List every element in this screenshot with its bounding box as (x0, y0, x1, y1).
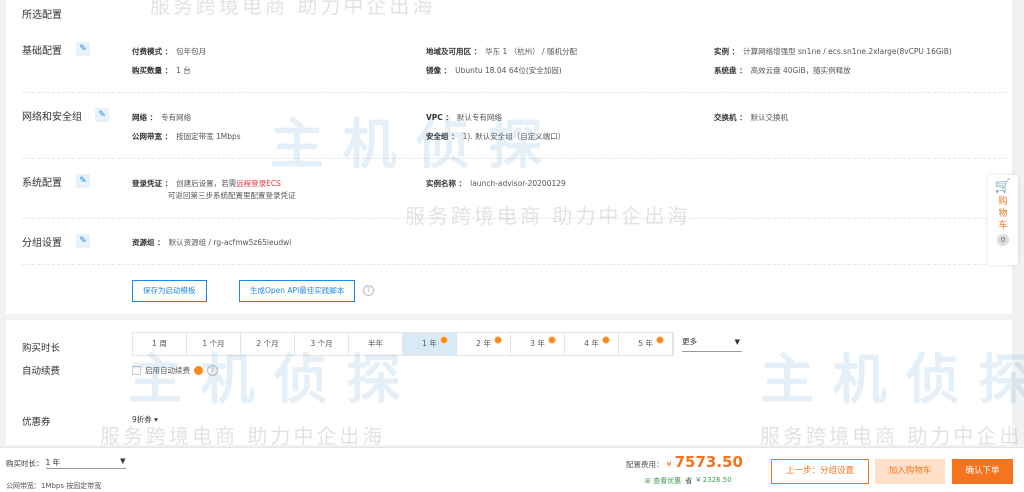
duration-option-label: 2 个月 (256, 339, 279, 348)
image: 镜像 ： Ubuntu 18.04 64位(安全加固) (426, 66, 562, 75)
duration-option-label: 1 年 (422, 339, 437, 348)
system-disk: 系统盘 ：高效云盘 40GiB，随实例释放 (714, 66, 851, 75)
add-to-cart-button[interactable]: 加入购物车 (875, 459, 945, 484)
login-hint: 可返回第三步系统配置里配置登录凭证 (168, 191, 296, 200)
auto-renew-label: 自动续费 (22, 366, 61, 377)
vpc: VPC ：默认专有网络 (426, 113, 502, 122)
purchase-panel: 购买时长 1 周 1 个月 2 个月 3 个月 半年 1 年 2 年 3 年 4 年 5 年 更多… (6, 320, 1012, 445)
help-icon[interactable]: ? (207, 365, 218, 376)
footer-bandwidth: 公网带宽：1Mbps 按固定带宽 (6, 482, 102, 490)
section-basic: 基础配置 ✎ 付费模式 ：包年包月 购买数量 ： 1 台 地域及可用区 ：华东 1… (22, 30, 1006, 93)
config-summary-card: 所选配置 基础配置 ✎ 付费模式 ：包年包月 购买数量 ： 1 台 地域及可用区 … (6, 0, 1012, 314)
view-discount-link[interactable]: ⊞ 查看优惠 (645, 476, 681, 486)
section-network: 网络和安全组 ✎ 网络 ：专有网络 公网带宽 ：按固定带宽 1Mbps VPC … (22, 94, 1006, 159)
previous-step-button[interactable]: 上一步：分组设置 (771, 459, 869, 484)
help-icon[interactable]: ? (363, 285, 374, 296)
caret-down-icon: ▼ (734, 338, 740, 346)
duration-option[interactable]: 5 年 (619, 333, 673, 355)
section-group: 分组设置 ✎ 资源组 ：默认资源组 / rg-acfmw5z65ieudwi (22, 220, 1006, 265)
duration-option[interactable]: 2 个月 (241, 333, 295, 355)
duration-selector: 1 周 1 个月 2 个月 3 个月 半年 1 年 2 年 3 年 4 年 5 年 (132, 332, 674, 356)
cost-label: 配置费用： (626, 460, 664, 469)
duration-option-label: 半年 (368, 339, 383, 348)
region: 地域及可用区 ：华东 1 （杭州） / 随机分配 (426, 47, 577, 56)
resource-group: 资源组 ：默认资源组 / rg-acfmw5z65ieudwi (132, 238, 292, 247)
footer-duration: 购买时长： 1 年 ▼ (6, 457, 126, 469)
save-amount: ¥ 2326.50 (696, 476, 732, 484)
coupon-dropdown[interactable]: 9折券 ▾ (132, 414, 158, 425)
duration-option[interactable]: 1 周 (133, 333, 187, 355)
total-cost: 7573.50 (674, 453, 743, 471)
edit-icon[interactable]: ✎ (95, 108, 109, 122)
edit-icon[interactable]: ✎ (76, 42, 90, 56)
cart-label: 购物车 (998, 197, 1008, 231)
duration-label: 购买时长 (22, 343, 61, 354)
more-durations-dropdown[interactable]: 更多 ▼ (682, 334, 742, 352)
section-title: 分组设置 (22, 238, 62, 249)
duration-option-label: 4 年 (584, 339, 599, 348)
duration-option-label: 1 个月 (202, 339, 225, 348)
duration-option[interactable]: 1 年 (403, 333, 457, 355)
duration-option[interactable]: 3 年 (511, 333, 565, 355)
footer-duration-dropdown[interactable]: 1 年 ▼ (45, 457, 126, 469)
section-title: 系统配置 (22, 178, 62, 189)
coupon-label: 优惠券 (22, 417, 51, 428)
duration-option[interactable]: 1 个月 (187, 333, 241, 355)
duration-option-label: 2 年 (476, 339, 491, 348)
section-title: 基础配置 (22, 46, 62, 57)
duration-option-label: 3 个月 (310, 339, 333, 348)
duration-option[interactable]: 2 年 (457, 333, 511, 355)
duration-option[interactable]: 4 年 (565, 333, 619, 355)
auto-renew-checkbox[interactable] (132, 366, 141, 375)
edit-icon[interactable]: ✎ (76, 234, 90, 248)
auto-renew-text: 启用自动续费 (145, 366, 190, 375)
network: 网络 ：专有网络 (132, 113, 192, 122)
footer-bar: 购买时长： 1 年 ▼ 公网带宽：1Mbps 按固定带宽 配置费用： ¥ 7573… (0, 447, 1024, 492)
duration-option[interactable]: 半年 (349, 333, 403, 355)
section-system: 系统配置 ✎ 登录凭证 ：创建后设置，若需远程登录ECS 可返回第三步系统配置里… (22, 160, 1006, 219)
discount-badge-icon (656, 336, 664, 344)
section-title: 网络和安全组 (22, 112, 82, 123)
discount-badge-icon (494, 336, 502, 344)
shopping-cart-float[interactable]: 🛒 购物车 0 (988, 175, 1018, 265)
duration-option-label: 3 年 (530, 339, 545, 348)
discount-badge-icon (602, 336, 610, 344)
cart-count-badge: 0 (997, 234, 1009, 246)
bandwidth: 公网带宽 ：按固定带宽 1Mbps (132, 132, 241, 141)
discount-badge-icon (548, 336, 556, 344)
login-credential: 登录凭证 ：创建后设置，若需远程登录ECS (132, 179, 281, 188)
cart-icon: 🛒 (994, 179, 1012, 194)
duration-option[interactable]: 3 个月 (295, 333, 349, 355)
edit-icon[interactable]: ✎ (76, 174, 90, 188)
vswitch: 交换机 ：默认交换机 (714, 113, 789, 122)
instance-name: 实例名称 ： launch-advisor-20200129 (426, 179, 566, 188)
duration-option-label: 5 年 (638, 339, 653, 348)
quantity: 购买数量 ： 1 台 (132, 66, 191, 75)
instance: 实例 ：计算网络增强型 sn1ne / ecs.sn1ne.2xlarge(8v… (714, 47, 952, 56)
save-label: 省 (685, 477, 693, 485)
currency: ¥ (666, 460, 672, 469)
remote-login-link[interactable]: 远程登录ECS (236, 179, 281, 188)
confirm-order-button[interactable]: 确认下单 (952, 459, 1013, 484)
page-title: 所选配置 (22, 10, 62, 21)
discount-badge-icon (194, 366, 203, 375)
duration-option-label: 1 周 (152, 339, 167, 348)
discount-badge-icon (440, 336, 448, 344)
generate-openapi-button[interactable]: 生成Open API最佳实践脚本 (239, 280, 356, 302)
save-template-button[interactable]: 保存为启动模板 (132, 280, 207, 302)
security-group: 安全组 ： 1). 默认安全组（自定义端口） (426, 132, 566, 141)
pay-mode: 付费模式 ：包年包月 (132, 47, 207, 56)
